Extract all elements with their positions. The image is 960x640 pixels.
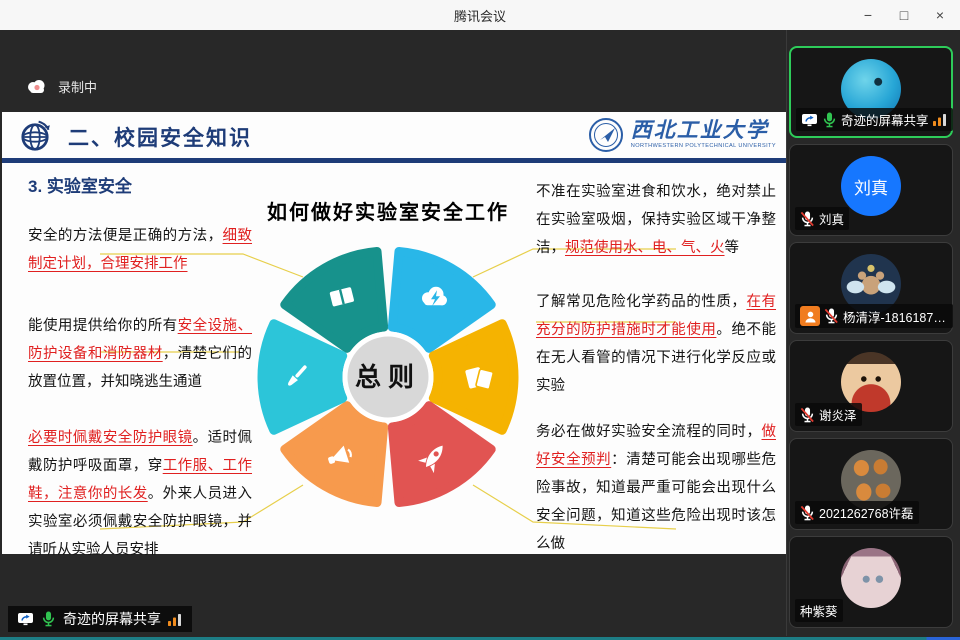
sidebar-divider xyxy=(786,30,787,636)
participant-label: 种紫葵 xyxy=(795,599,843,622)
participant-label: 杨清淳-181618728... xyxy=(795,304,953,328)
window-titlebar[interactable]: 腾讯会议 − □ × xyxy=(0,0,960,31)
participant-name: 谢炎泽 xyxy=(819,405,857,424)
participant-name: 奇迹的屏幕共享 xyxy=(841,110,929,129)
participant-tile[interactable]: 种紫葵 xyxy=(789,536,953,628)
text-block-chemicals: 了解常见危险化学药品的性质，在有充分的防护措施时才能使用。绝不能在无人看管的情况… xyxy=(536,288,776,400)
mic-muted-icon xyxy=(800,407,815,423)
screen-share-icon xyxy=(801,113,818,127)
mic-muted-icon xyxy=(824,308,839,324)
participant-tile[interactable]: 奇迹的屏幕共享 xyxy=(789,46,953,138)
mic-muted-icon xyxy=(800,211,815,227)
window-controls: − □ × xyxy=(850,0,958,30)
section-title: 3. 实验室安全 xyxy=(28,172,132,197)
recording-indicator: 录制中 xyxy=(26,77,97,96)
text-block-prediction: 务必在做好实验安全流程的同时，做好安全预判：清楚可能会出现哪些危险事故，知道最严… xyxy=(536,418,776,558)
body-text: 安全的方法便是正确的方法， xyxy=(28,228,223,244)
slide-header: 二、校园安全知识 西北工业大学 NORTHWESTERN POLYTECHNIC… xyxy=(2,112,786,163)
maximize-button[interactable]: □ xyxy=(886,0,922,30)
participant-tile[interactable]: 杨清淳-181618728... xyxy=(789,242,953,334)
text-block-no-eating: 不准在实验室进食和饮水，绝对禁止在实验室吸烟，保持实验区域干净整洁，规范使用水、… xyxy=(536,178,776,262)
highlighted-text: 规范使用水、电、气、火 xyxy=(565,240,725,256)
svg-text:总则: 总则 xyxy=(355,362,421,392)
screen-share-label: 奇迹的屏幕共享 xyxy=(63,609,161,629)
signal-bars-icon xyxy=(168,613,183,626)
university-name: 西北工业大学 xyxy=(631,120,776,141)
meeting-main-area: 录制中 二、校园安全知识 西北工业大学 NORT xyxy=(0,30,960,640)
minimize-button[interactable]: − xyxy=(850,0,886,30)
participant-sidebar: 奇迹的屏幕共享 刘真 刘真 杨清淳-181618728... 谢炎泽 20212… xyxy=(789,46,953,628)
participant-label: 2021262768许磊 xyxy=(795,501,919,524)
participant-name: 种紫葵 xyxy=(800,601,838,620)
participant-label: 刘真 xyxy=(795,207,849,230)
window-title: 腾讯会议 xyxy=(454,6,506,25)
cloud-recording-icon xyxy=(26,79,48,94)
body-text: 能使用提供给你的所有 xyxy=(28,318,178,334)
globe-icon xyxy=(16,118,54,156)
university-logo: 西北工业大学 NORTHWESTERN POLYTECHNICAL UNIVER… xyxy=(588,117,776,153)
mic-muted-icon xyxy=(800,505,815,521)
avatar xyxy=(841,548,901,608)
mic-on-icon xyxy=(41,611,56,627)
participant-name: 刘真 xyxy=(819,209,844,228)
university-name-en: NORTHWESTERN POLYTECHNICAL UNIVERSITY xyxy=(631,144,776,150)
shared-screen-slide: 二、校园安全知识 西北工业大学 NORTHWESTERN POLYTECHNIC… xyxy=(2,112,786,554)
text-block-equipment: 能使用提供给你的所有安全设施、防护设备和消防器材，清楚它们的放置位置，并知晓逃生… xyxy=(28,312,252,396)
mic-on-icon xyxy=(822,112,837,128)
university-emblem-icon xyxy=(588,117,624,153)
participant-name: 杨清淳-181618728... xyxy=(843,307,948,326)
body-text: 务必在做好实验安全流程的同时， xyxy=(536,424,762,440)
recording-label: 录制中 xyxy=(58,77,97,96)
text-block-plan: 安全的方法便是正确的方法，细致制定计划，合理安排工作 xyxy=(28,222,252,278)
participant-tile[interactable]: 2021262768许磊 xyxy=(789,438,953,530)
participant-tile[interactable]: 刘真 刘真 xyxy=(789,144,953,236)
participant-name: 2021262768许磊 xyxy=(819,503,914,522)
signal-bars-icon xyxy=(933,113,948,126)
screen-share-icon xyxy=(17,612,34,626)
person-badge-icon xyxy=(800,306,820,326)
participant-label: 奇迹的屏幕共享 xyxy=(796,108,953,131)
close-button[interactable]: × xyxy=(922,0,958,30)
body-text: 了解常见危险化学药品的性质， xyxy=(536,294,746,310)
highlighted-text: 必要时佩戴安全防护眼镜 xyxy=(28,430,193,446)
avatar: 刘真 xyxy=(841,156,901,216)
participant-tile[interactable]: 谢炎泽 xyxy=(789,340,953,432)
text-block-ppe: 必要时佩戴安全防护眼镜。适时佩戴防护呼吸面罩，穿工作服、工作鞋，注意你的长发。外… xyxy=(28,424,252,564)
participant-label: 谢炎泽 xyxy=(795,403,862,426)
screen-share-banner: 奇迹的屏幕共享 xyxy=(8,606,192,632)
slide-title: 二、校园安全知识 xyxy=(68,122,252,152)
body-text: 等 xyxy=(725,240,740,256)
